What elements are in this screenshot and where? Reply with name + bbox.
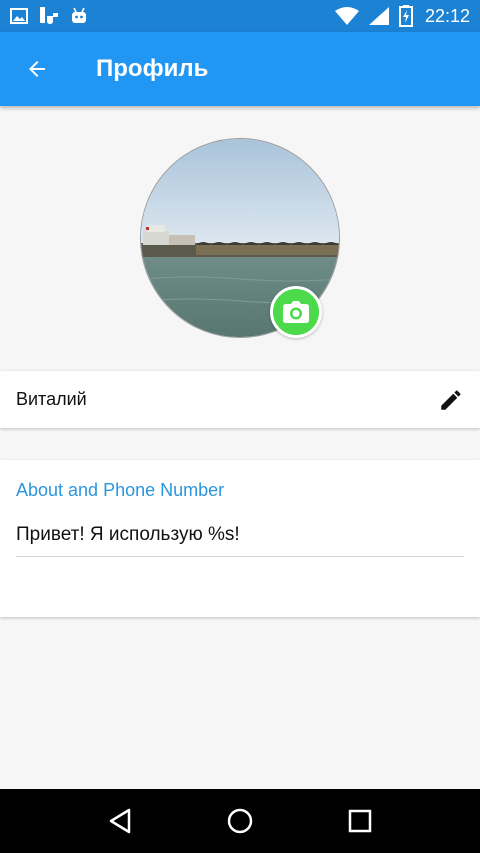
- pencil-icon: [441, 389, 461, 410]
- name-card: Виталий: [0, 371, 480, 428]
- home-circle-icon: [227, 808, 253, 834]
- download-notification-icon: [40, 7, 58, 24]
- edit-name-button[interactable]: [436, 385, 466, 415]
- about-section-title: About and Phone Number: [16, 480, 225, 500]
- about-card: About and Phone Number Привет! Я использ…: [0, 460, 480, 617]
- status-time: 22:12: [424, 5, 470, 26]
- back-triangle-icon: [109, 808, 131, 834]
- divider: [16, 556, 464, 557]
- android-notification-icon: [72, 7, 86, 23]
- profile-name: Виталий: [16, 389, 87, 409]
- back-button[interactable]: [0, 32, 74, 106]
- about-status-text[interactable]: Привет! Я использую %s!: [16, 524, 240, 546]
- nav-recents-button[interactable]: [340, 801, 380, 841]
- nav-back-button[interactable]: [100, 801, 140, 841]
- avatar-container: [140, 138, 340, 338]
- nav-home-button[interactable]: [220, 801, 260, 841]
- wifi-icon: [334, 7, 359, 25]
- camera-icon: [283, 301, 309, 323]
- image-notification-icon: [10, 8, 28, 24]
- status-bar-system: 22:12: [334, 5, 470, 27]
- page-title: Профиль: [96, 55, 209, 82]
- system-nav-bar: [0, 789, 480, 853]
- status-bar-notifications: [10, 7, 88, 25]
- app-bar: Профиль: [0, 32, 480, 106]
- battery-charging-icon: [398, 5, 413, 27]
- signal-icon: [368, 7, 389, 25]
- recents-square-icon: [348, 809, 372, 833]
- change-photo-button[interactable]: [270, 286, 322, 338]
- arrow-back-icon: [29, 61, 45, 77]
- status-bar: 22:12: [0, 0, 480, 32]
